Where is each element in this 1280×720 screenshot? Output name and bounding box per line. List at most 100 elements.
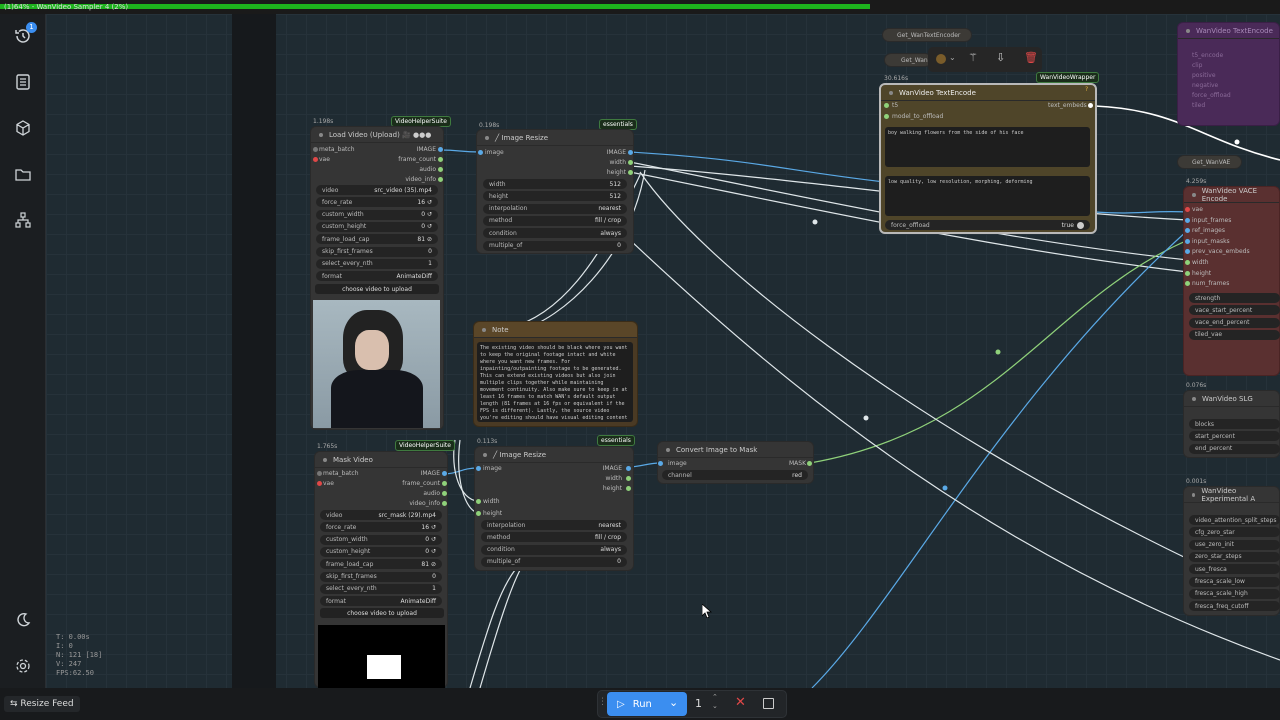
t5-dot[interactable] [884,103,889,108]
resize1-widget-method[interactable]: method fill / crop [483,215,627,226]
resize1-output-IMAGE[interactable]: IMAGE [566,149,626,156]
load-video-upload-button[interactable]: choose video to upload [315,284,439,294]
text-encode-input-offload[interactable]: model_to_offload [892,113,943,120]
run-button[interactable]: ▷ Run ⌄ [607,692,687,716]
vace-widget-tiled-vae[interactable]: tiled_vae [1189,329,1280,340]
mask-video-widget-force-rate[interactable]: force_rate 16 ↺ [320,522,442,533]
text-encode-output[interactable]: text_embeds [1048,102,1087,109]
force-offload-toggle[interactable]: force_offload true [885,220,1090,230]
resize1-output-dot[interactable] [628,170,633,175]
vace-widget-strength[interactable]: strength [1189,293,1280,303]
resize1-widget-multiple-of[interactable]: multiple_of 0 [483,240,627,251]
text-encode-input-t5[interactable]: t5 [892,102,898,109]
mask-video-upload-button[interactable]: choose video to upload [320,608,444,618]
moon-icon[interactable] [13,610,33,630]
mask-video-input-vae[interactable]: vae [323,480,334,487]
delete-icon[interactable]: 🗑 [1024,51,1038,64]
resize1-output-width[interactable]: width [566,159,626,166]
vace-input-dot[interactable] [1185,217,1190,223]
resize1-widget-condition[interactable]: condition always [483,228,627,239]
vace-input-width[interactable]: width [1192,259,1209,266]
load-video-widget-force-rate[interactable]: force_rate 16 ↺ [316,197,438,208]
mask-video-widget-custom-height[interactable]: custom_height 0 ↺ [320,546,442,557]
experimental-widget-fresca-scale-high[interactable]: fresca_scale_high [1189,588,1280,599]
load-video-widget-frame-load-cap[interactable]: frame_load_cap 81 ⊘ [316,234,438,245]
cube-icon[interactable] [13,118,33,138]
experimental-widget-cfg-zero-star[interactable]: cfg_zero_star [1189,527,1280,538]
load-video-input-meta_batch[interactable]: meta_batch [319,146,355,153]
resize2-widget-method[interactable]: method fill / crop [481,532,627,543]
mask-video-widget-custom-width[interactable]: custom_width 0 ↺ [320,534,442,545]
load-video-output-frame_count[interactable]: frame_count [376,156,436,163]
vace-widget-vace-start-percent[interactable]: vace_start_percent [1189,305,1280,316]
load-video-widget-select-every-nth[interactable]: select_every_nth 1 [316,258,438,269]
resize2-input-dot[interactable] [476,499,481,504]
mask-video-widget-frame-load-cap[interactable]: frame_load_cap 81 ⊘ [320,559,442,570]
mask-video-output-video_info[interactable]: video_info [380,500,440,507]
slg-widget-start-percent[interactable]: start_percent [1189,431,1280,442]
resize2-widget-condition[interactable]: condition always [481,544,627,555]
convert-mask-input[interactable]: image [668,460,687,467]
run-count-input[interactable]: 1 [695,697,702,710]
resize2-output-dot[interactable] [626,486,631,491]
mask-video-output-audio[interactable]: audio [380,490,440,497]
resize1-widget-height[interactable]: height 512 [483,191,627,202]
convert-mask-output[interactable]: MASK [789,460,806,467]
mask-video-input-dot[interactable] [317,471,322,476]
resize2-widget-multiple-of[interactable]: multiple_of 0 [481,556,627,567]
experimental-widget-fresca-freq-cutoff[interactable]: fresca_freq_cutoff [1189,601,1280,612]
mask-video-widget-skip-first-frames[interactable]: skip_first_frames 0 [320,571,442,582]
load-video-widget-custom-width[interactable]: custom_width 0 ↺ [316,209,438,220]
experimental-widget-video-attention-split-steps[interactable]: video_attention_split_steps [1189,515,1280,525]
experimental-widget-use-fresca[interactable]: use_fresca [1189,564,1280,575]
folder-icon[interactable] [13,164,33,184]
offload-dot[interactable] [884,114,889,119]
slg-widget-end-percent[interactable]: end_percent [1189,443,1280,454]
resize2-input-dot[interactable] [476,466,481,471]
load-video-widget-skip-first-frames[interactable]: skip_first_frames 0 [316,246,438,257]
load-video-output-IMAGE[interactable]: IMAGE [376,146,436,153]
load-video-output-dot[interactable] [438,177,443,182]
load-video-output-dot[interactable] [438,167,443,172]
vace-input-prev-vace-embeds[interactable]: prev_vace_embeds [1192,248,1250,255]
mask-video-output-dot[interactable] [442,491,447,496]
vace-input-vae[interactable]: vae [1192,206,1203,213]
mask-video-output-dot[interactable] [442,481,447,486]
resize2-input-image[interactable]: image [483,465,502,472]
vace-input-dot[interactable] [1185,270,1190,276]
load-video-output-video_info[interactable]: video_info [376,176,436,183]
pin-icon[interactable]: ⇩ [996,51,1005,64]
vace-input-input-frames[interactable]: input_frames [1192,217,1231,224]
resize2-input-dot[interactable] [476,511,481,516]
load-video-widget-custom-height[interactable]: custom_height 0 ↺ [316,221,438,232]
workflow-icon[interactable] [13,210,33,230]
purple-widget-tiled[interactable]: tiled [1192,102,1205,109]
mask-video-widget-video[interactable]: video src_mask (29).mp4 [320,510,442,520]
resize1-widget-interpolation[interactable]: interpolation nearest [483,203,627,214]
color-picker-icon[interactable] [936,54,946,64]
resize2-output-dot[interactable] [626,476,631,481]
load-video-output-dot[interactable] [438,157,443,162]
get-wan-node[interactable]: Get_Wan [884,53,932,67]
mask-video-widget-format[interactable]: format AnimateDiff [320,596,442,607]
resize1-input-dot[interactable] [478,150,483,155]
resize1-widget-width[interactable]: width 512 [483,179,627,189]
load-video-widget-video[interactable]: video src_video (35).mp4 [316,185,438,195]
bypass-icon[interactable]: ⚚ [968,51,978,64]
mask-video-input-meta_batch[interactable]: meta_batch [323,470,359,477]
chevron-down-icon[interactable]: ⌄ [669,696,678,709]
purple-widget-negative[interactable]: negative [1192,82,1218,89]
resize-feed-button[interactable]: ⇆ Resize Feed [4,696,80,712]
resize1-output-dot[interactable] [628,150,633,155]
load-video-output-audio[interactable]: audio [376,166,436,173]
resize2-output-dot[interactable] [626,466,631,471]
get-vae-node[interactable]: Get_WanVAE [1177,155,1242,169]
load-video-widget-format[interactable]: format AnimateDiff [316,271,438,282]
convert-mask-channel-widget[interactable]: channel red [662,470,808,480]
vace-input-ref-images[interactable]: ref_images [1192,227,1225,234]
resize2-output-height[interactable]: height [562,485,622,492]
convert-mask-output-dot[interactable] [807,461,812,466]
document-icon[interactable] [13,72,33,92]
mask-video-widget-select-every-nth[interactable]: select_every_nth 1 [320,583,442,594]
get-text-encoder-node[interactable]: Get_WanTextEncoder [882,28,972,42]
